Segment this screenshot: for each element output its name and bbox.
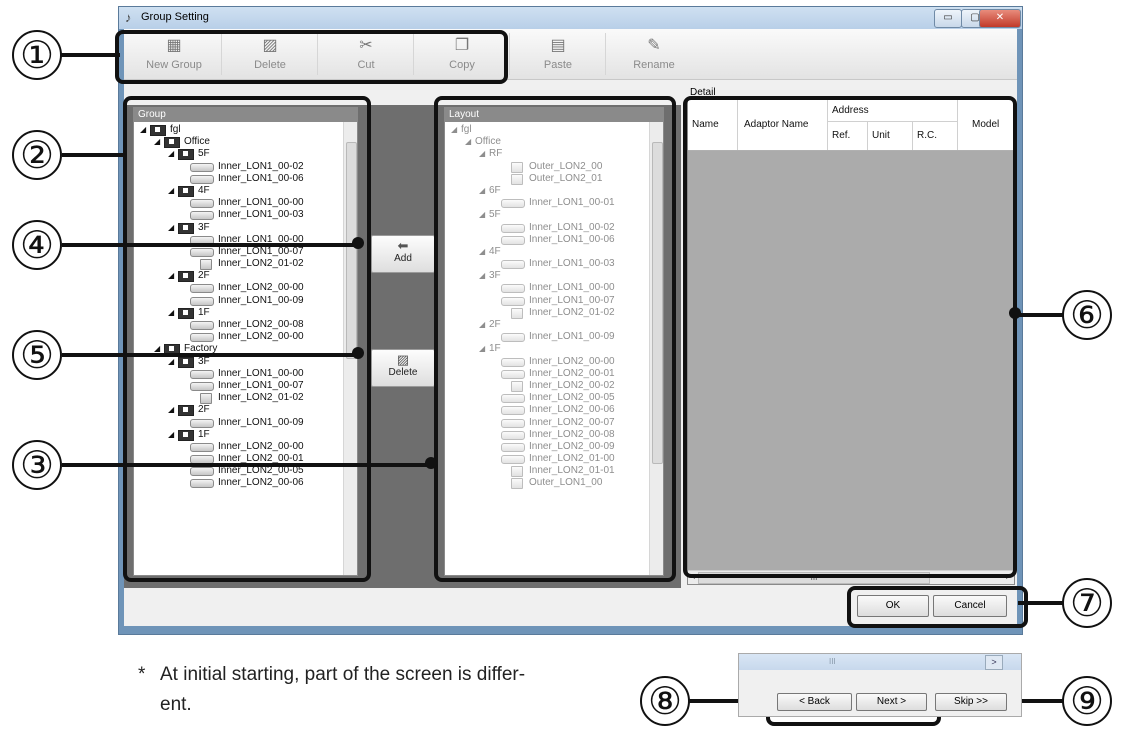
wizard-scrollbar[interactable]: III > — [739, 654, 1021, 670]
wizard-scroll-thumb[interactable]: III — [829, 657, 836, 666]
callout-line-6 — [1015, 313, 1063, 317]
callout-line-7 — [1018, 601, 1064, 605]
callout-line-2 — [62, 153, 126, 157]
close-button[interactable]: ✕ — [979, 9, 1021, 28]
callout-line-4 — [62, 243, 358, 247]
callout-6: ⑥ — [1062, 290, 1112, 340]
rename-icon: ✎ — [647, 37, 661, 54]
note-line-1: At initial starting, part of the screen … — [160, 664, 526, 685]
note-star: * — [138, 664, 146, 685]
title-bar: ♪ Group Setting ▭ ▢ ✕ — [119, 7, 1022, 29]
callout-dot-4 — [352, 237, 364, 249]
callout-5: ⑤ — [12, 330, 62, 380]
highlight-detail-grid — [683, 96, 1017, 578]
note-line-2: ent. — [160, 694, 192, 715]
highlight-group-tree — [123, 96, 371, 582]
callout-2: ② — [12, 130, 62, 180]
delete-icon: ▨ — [396, 352, 410, 367]
back-button[interactable]: < Back — [777, 693, 852, 711]
wizard-scroll-right[interactable]: > — [985, 655, 1003, 670]
callout-line-3 — [62, 463, 432, 467]
callout-9: ⑨ — [1062, 676, 1112, 726]
toolbar-separator — [605, 33, 606, 75]
add-button-label: Add — [394, 253, 412, 264]
window-title: Group Setting — [141, 11, 209, 23]
highlight-layout-tree — [434, 96, 676, 582]
highlight-ok-cancel — [847, 586, 1028, 628]
next-button[interactable]: Next > — [856, 693, 927, 711]
app-icon: ♪ — [125, 10, 132, 25]
skip-button[interactable]: Skip >> — [935, 693, 1007, 711]
toolbar-label: Rename — [633, 59, 675, 71]
callout-dot-5 — [352, 347, 364, 359]
toolbar-separator — [509, 33, 510, 75]
minimize-button[interactable]: ▭ — [934, 9, 962, 28]
toolbar-button-rename[interactable]: ✎ Rename — [609, 31, 699, 77]
callout-4: ④ — [12, 220, 62, 270]
highlight-toolbar — [115, 30, 508, 84]
arrow-left-icon: ⬅ — [397, 238, 409, 253]
callout-1: ① — [12, 30, 62, 80]
callout-dot-6 — [1009, 307, 1021, 319]
delete-from-group-button[interactable]: ▨ Delete — [371, 349, 435, 387]
callout-8: ⑧ — [640, 676, 690, 726]
toolbar-button-paste[interactable]: ▤ Paste — [513, 31, 603, 77]
callout-dot-3 — [425, 457, 437, 469]
paste-icon: ▤ — [550, 37, 566, 54]
delete-button-label: Delete — [388, 367, 418, 378]
callout-7: ⑦ — [1062, 578, 1112, 628]
callout-line-5 — [62, 353, 358, 357]
callout-line-1 — [60, 53, 120, 57]
toolbar-label: Paste — [543, 59, 573, 71]
callout-3: ③ — [12, 440, 62, 490]
add-button[interactable]: ⬅ Add — [371, 235, 435, 273]
